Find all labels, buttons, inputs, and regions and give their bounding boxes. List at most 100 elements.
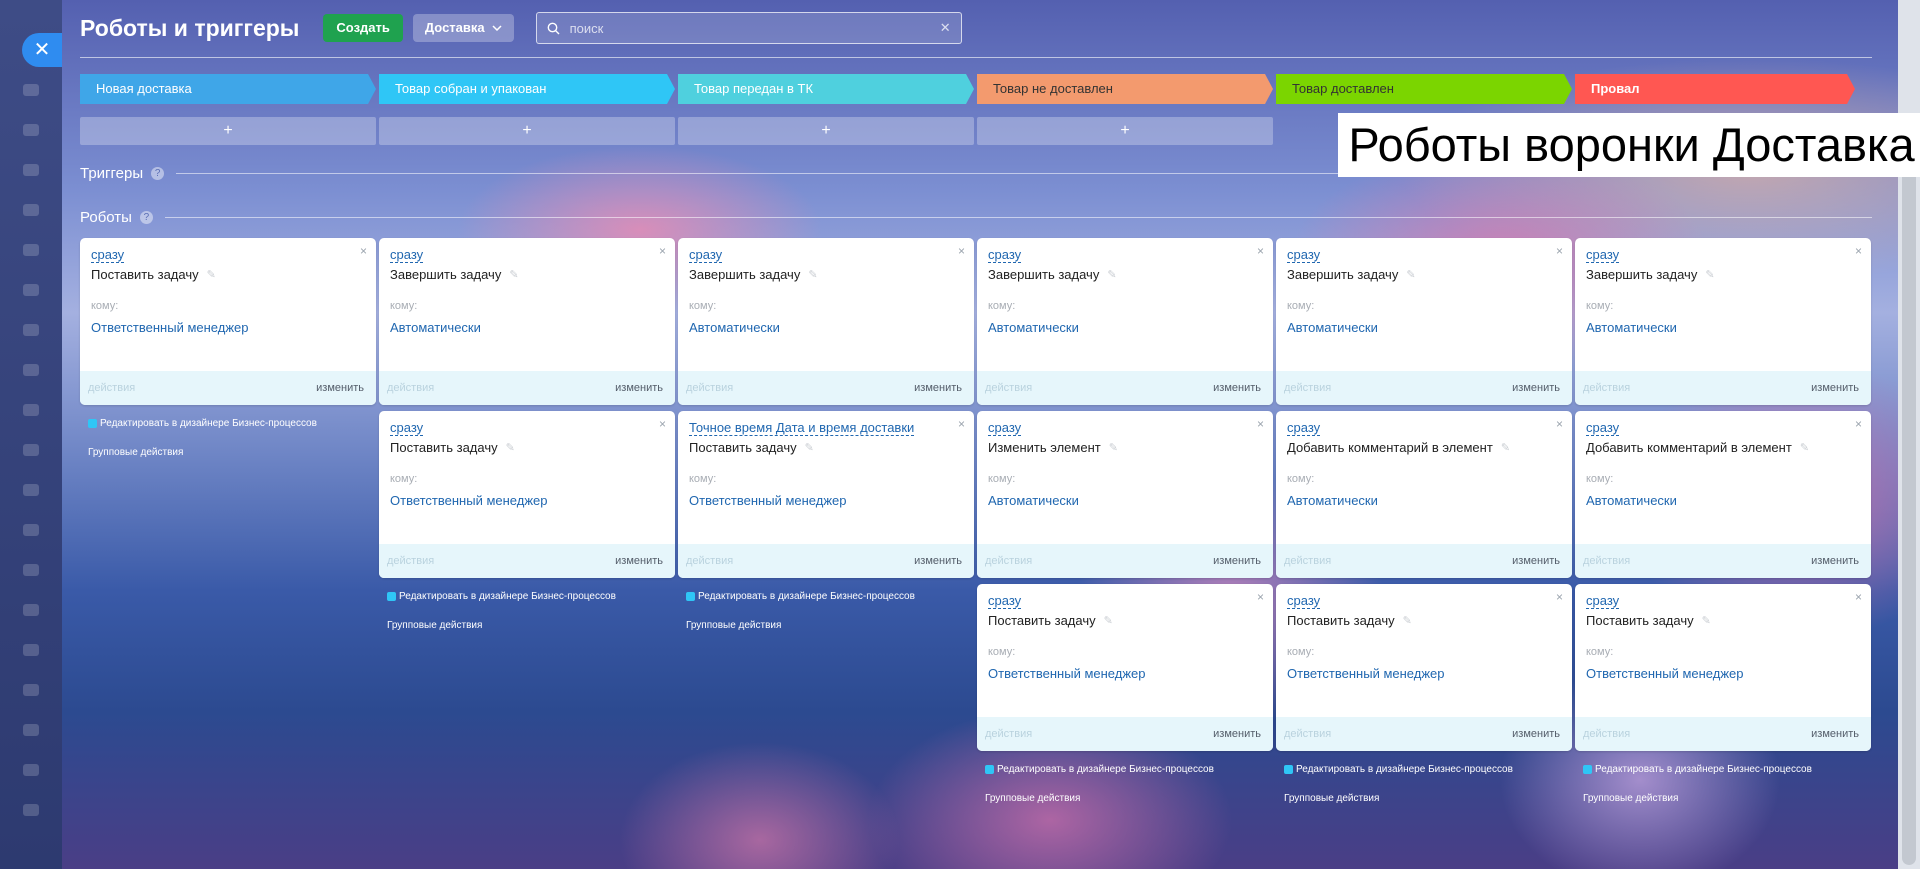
robot-delay-link[interactable]: сразу — [988, 247, 1022, 263]
nav-icon[interactable] — [23, 84, 39, 96]
robot-card[interactable]: сразу × Завершить задачу ✎ кому: Автоматическ… — [977, 238, 1273, 405]
pencil-icon[interactable]: ✎ — [1104, 614, 1113, 627]
robot-card[interactable]: сразу × Завершить задачу ✎ кому: Автоматическ… — [1276, 238, 1572, 405]
nav-icon[interactable] — [23, 164, 39, 176]
stage-delivered[interactable]: Товар доставлен — [1276, 74, 1572, 104]
edit-in-designer-link[interactable]: Редактировать в дизайнере Бизнес-процесс… — [1284, 764, 1513, 775]
add-trigger-button[interactable]: + — [379, 117, 675, 145]
robot-delay-link[interactable]: сразу — [91, 247, 125, 263]
nav-icon[interactable] — [23, 764, 39, 776]
add-trigger-button[interactable]: + — [80, 117, 376, 145]
delete-robot-icon[interactable]: × — [1556, 244, 1563, 258]
robot-to-value[interactable]: Автоматически — [1586, 493, 1677, 508]
pencil-icon[interactable]: ✎ — [1406, 268, 1415, 281]
robot-actions-link[interactable]: действия — [1284, 382, 1331, 394]
robot-card[interactable]: сразу × Добавить комментарий в элемент ✎ ком… — [1575, 411, 1871, 578]
close-slider-button[interactable]: ✕ — [22, 33, 62, 67]
robot-edit-link[interactable]: изменить — [1512, 728, 1560, 740]
edit-in-designer-link[interactable]: Редактировать в дизайнере Бизнес-процесс… — [686, 591, 915, 602]
pencil-icon[interactable]: ✎ — [808, 268, 817, 281]
group-actions-link[interactable]: Групповые действия — [1583, 793, 1678, 804]
delete-robot-icon[interactable]: × — [958, 417, 965, 431]
nav-icon[interactable] — [23, 444, 39, 456]
delete-robot-icon[interactable]: × — [1257, 417, 1264, 431]
robot-to-value[interactable]: Автоматически — [390, 320, 481, 335]
pencil-icon[interactable]: ✎ — [1705, 268, 1714, 281]
pencil-icon[interactable]: ✎ — [1501, 441, 1510, 454]
edit-in-designer-link[interactable]: Редактировать в дизайнере Бизнес-процесс… — [88, 418, 317, 429]
delete-robot-icon[interactable]: × — [360, 244, 367, 258]
nav-icon[interactable] — [23, 484, 39, 496]
robot-card[interactable]: сразу × Завершить задачу ✎ кому: Автоматическ… — [1575, 238, 1871, 405]
robot-delay-link[interactable]: сразу — [1287, 593, 1321, 609]
robot-delay-link[interactable]: сразу — [1287, 420, 1321, 436]
robot-to-value[interactable]: Автоматически — [1287, 493, 1378, 508]
group-actions-link[interactable]: Групповые действия — [88, 447, 183, 458]
pencil-icon[interactable]: ✎ — [1109, 441, 1118, 454]
robot-to-value[interactable]: Автоматически — [1287, 320, 1378, 335]
robot-card[interactable]: сразу × Поставить задачу ✎ кому: Ответственны… — [1575, 584, 1871, 751]
robot-edit-link[interactable]: изменить — [1512, 555, 1560, 567]
robot-edit-link[interactable]: изменить — [1512, 382, 1560, 394]
robot-actions-link[interactable]: действия — [686, 555, 733, 567]
edit-in-designer-link[interactable]: Редактировать в дизайнере Бизнес-процесс… — [387, 591, 616, 602]
robot-edit-link[interactable]: изменить — [1811, 555, 1859, 567]
robot-card[interactable]: сразу × Поставить задачу ✎ кому: Ответственны… — [1276, 584, 1572, 751]
help-icon[interactable]: ? — [139, 211, 153, 224]
nav-icon[interactable] — [23, 604, 39, 616]
robot-delay-link[interactable]: сразу — [988, 593, 1022, 609]
stage-handed-to-carrier[interactable]: Товар передан в ТК — [678, 74, 974, 104]
nav-icon[interactable] — [23, 564, 39, 576]
add-trigger-button[interactable]: + — [977, 117, 1273, 145]
nav-icon[interactable] — [23, 404, 39, 416]
robot-to-value[interactable]: Автоматически — [689, 320, 780, 335]
robot-card[interactable]: сразу × Изменить элемент ✎ кому: Автоматическ… — [977, 411, 1273, 578]
robot-delay-link[interactable]: сразу — [1287, 247, 1321, 263]
help-icon[interactable]: ? — [151, 167, 165, 180]
robot-actions-link[interactable]: действия — [1583, 728, 1630, 740]
robot-actions-link[interactable]: действия — [1583, 382, 1630, 394]
robot-actions-link[interactable]: действия — [1583, 555, 1630, 567]
robot-actions-link[interactable]: действия — [387, 382, 434, 394]
search-input[interactable]: поиск ✕ — [535, 12, 962, 44]
edit-in-designer-link[interactable]: Редактировать в дизайнере Бизнес-процесс… — [1583, 764, 1812, 775]
delete-robot-icon[interactable]: × — [958, 244, 965, 258]
robot-to-value[interactable]: Автоматически — [988, 320, 1079, 335]
robot-card[interactable]: сразу × Завершить задачу ✎ кому: Автоматическ… — [678, 238, 974, 405]
robot-card[interactable]: сразу × Завершить задачу ✎ кому: Автоматическ… — [379, 238, 675, 405]
delete-robot-icon[interactable]: × — [659, 244, 666, 258]
nav-icon[interactable] — [23, 324, 39, 336]
robot-actions-link[interactable]: действия — [88, 382, 135, 394]
pencil-icon[interactable]: ✎ — [207, 268, 216, 281]
pencil-icon[interactable]: ✎ — [1702, 614, 1711, 627]
delete-robot-icon[interactable]: × — [1855, 590, 1862, 604]
robot-actions-link[interactable]: действия — [985, 555, 1032, 567]
create-button[interactable]: Создать — [323, 14, 403, 42]
robot-edit-link[interactable]: изменить — [1213, 728, 1261, 740]
robot-actions-link[interactable]: действия — [1284, 728, 1331, 740]
robot-to-value[interactable]: Ответственный менеджер — [390, 493, 548, 508]
delete-robot-icon[interactable]: × — [1556, 590, 1563, 604]
nav-icon[interactable] — [23, 204, 39, 216]
stage-not-delivered[interactable]: Товар не доставлен — [977, 74, 1273, 104]
robot-card[interactable]: Точное время Дата и время доставки × Поста… — [678, 411, 974, 578]
robot-delay-link[interactable]: сразу — [390, 420, 424, 436]
nav-icon[interactable] — [23, 644, 39, 656]
robot-card[interactable]: сразу × Поставить задачу ✎ кому: Ответственны… — [80, 238, 376, 405]
robot-to-value[interactable]: Ответственный менеджер — [91, 320, 249, 335]
funnel-selector[interactable]: Доставка — [412, 14, 514, 42]
edit-in-designer-link[interactable]: Редактировать в дизайнере Бизнес-процесс… — [985, 764, 1214, 775]
robot-to-value[interactable]: Ответственный менеджер — [988, 666, 1146, 681]
scrollbar-thumb[interactable] — [1902, 150, 1916, 865]
robot-delay-link[interactable]: сразу — [988, 420, 1022, 436]
stage-packed[interactable]: Товар собран и упакован — [379, 74, 675, 104]
robot-edit-link[interactable]: изменить — [1213, 555, 1261, 567]
robot-delay-link[interactable]: сразу — [1586, 593, 1620, 609]
robot-delay-link[interactable]: Точное время Дата и время доставки — [689, 420, 915, 436]
delete-robot-icon[interactable]: × — [659, 417, 666, 431]
robot-edit-link[interactable]: изменить — [316, 382, 364, 394]
nav-icon[interactable] — [23, 364, 39, 376]
robot-actions-link[interactable]: действия — [686, 382, 733, 394]
robot-edit-link[interactable]: изменить — [914, 382, 962, 394]
group-actions-link[interactable]: Групповые действия — [985, 793, 1080, 804]
